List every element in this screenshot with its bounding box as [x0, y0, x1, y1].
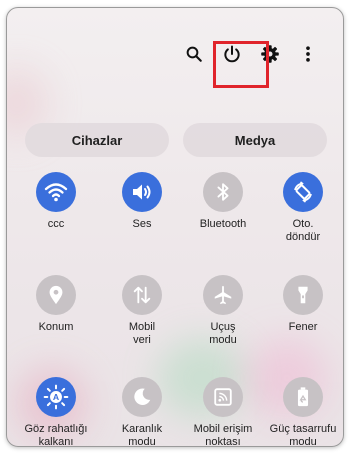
tile-mobile-data[interactable]: Mobil veri	[102, 275, 182, 347]
power-highlight-box	[213, 41, 269, 88]
eye-comfort-toggle[interactable]: A	[36, 377, 76, 417]
tile-dark-mode[interactable]: Karanlık modu	[102, 377, 182, 447]
airplane-label: Uçuş modu	[209, 321, 237, 346]
mobile-data-icon	[133, 286, 151, 304]
eye-comfort-icon: A	[43, 384, 69, 410]
search-button[interactable]	[175, 36, 213, 72]
bluetooth-toggle[interactable]	[203, 172, 243, 212]
tile-eye-comfort[interactable]: A Göz rahatlığı kalkanı	[16, 377, 96, 447]
volume-icon	[133, 184, 151, 200]
battery-saver-icon	[297, 387, 309, 407]
airplane-toggle[interactable]	[203, 275, 243, 315]
svg-text:A: A	[53, 392, 60, 402]
devices-label: Cihazlar	[71, 132, 123, 148]
more-options-button[interactable]	[289, 36, 327, 72]
flashlight-toggle[interactable]	[283, 275, 323, 315]
wifi-toggle[interactable]	[36, 172, 76, 212]
flashlight-label: Fener	[288, 321, 318, 333]
hotspot-label: Mobil erişim noktası	[193, 423, 253, 447]
auto-rotate-icon	[294, 181, 312, 203]
quick-panel: Cihazlar Medya ccc Ses Bluetooth Oto. dö…	[6, 7, 344, 447]
battery-saver-label: Güç tasarrufu modu	[269, 423, 337, 447]
location-toggle[interactable]	[36, 275, 76, 315]
location-label: Konum	[38, 321, 74, 333]
tile-flashlight[interactable]: Fener	[263, 275, 343, 334]
dark-mode-label: Karanlık modu	[121, 423, 163, 447]
bluetooth-icon	[217, 183, 229, 201]
tile-location[interactable]: Konum	[16, 275, 96, 334]
flashlight-icon	[298, 286, 308, 304]
tile-hotspot[interactable]: Mobil erişim noktası	[183, 377, 263, 447]
sound-label: Ses	[132, 218, 152, 230]
mobile-data-label: Mobil veri	[128, 321, 156, 346]
auto-rotate-toggle[interactable]	[283, 172, 323, 212]
hotspot-toggle[interactable]	[203, 377, 243, 417]
bluetooth-label: Bluetooth	[199, 218, 247, 230]
tile-auto-rotate[interactable]: Oto. döndür	[263, 172, 343, 244]
media-label: Medya	[234, 132, 276, 148]
airplane-icon	[214, 285, 232, 305]
dark-mode-toggle[interactable]	[122, 377, 162, 417]
sound-toggle[interactable]	[122, 172, 162, 212]
hotspot-icon	[214, 388, 232, 406]
auto-rotate-label: Oto. döndür	[285, 218, 321, 243]
tile-wifi[interactable]: ccc	[16, 172, 96, 231]
tile-sound[interactable]: Ses	[102, 172, 182, 231]
media-button[interactable]: Medya	[183, 123, 327, 157]
wifi-label: ccc	[47, 218, 65, 230]
tile-bluetooth[interactable]: Bluetooth	[183, 172, 263, 231]
devices-button[interactable]: Cihazlar	[25, 123, 169, 157]
mobile-data-toggle[interactable]	[122, 275, 162, 315]
battery-saver-toggle[interactable]	[283, 377, 323, 417]
location-icon	[49, 285, 63, 305]
eye-comfort-label: Göz rahatlığı kalkanı	[24, 423, 88, 447]
more-vertical-icon	[306, 46, 310, 62]
tile-airplane[interactable]: Uçuş modu	[183, 275, 263, 347]
wifi-icon	[44, 183, 68, 202]
dark-mode-icon	[134, 388, 151, 405]
tile-battery-saver[interactable]: Güç tasarrufu modu	[263, 377, 343, 447]
search-icon	[186, 46, 202, 62]
